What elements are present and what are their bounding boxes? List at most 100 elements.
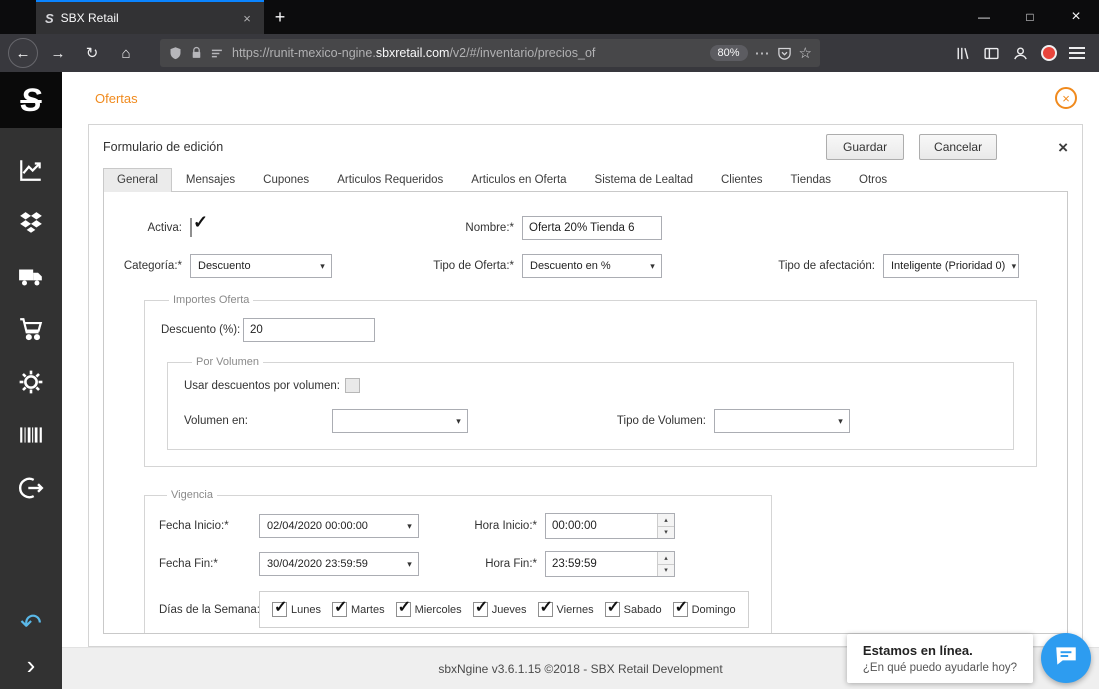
hora-fin-label: Hora Fin:* [485,558,537,570]
por-volumen-legend: Por Volumen [196,356,259,368]
back-button[interactable]: ← [8,38,38,68]
library-icon[interactable] [954,45,971,62]
cancel-button[interactable]: Cancelar [919,134,998,160]
tab-clientes[interactable]: Clientes [707,168,777,192]
forward-button[interactable]: → [44,39,72,67]
volumen-en-select[interactable]: ▾ [332,409,468,433]
tracking-shield-icon[interactable] [168,46,183,61]
tipo-oferta-select[interactable]: Descuento en % ▾ [522,254,662,278]
tab-articulos-requeridos[interactable]: Articulos Requeridos [323,168,457,192]
tab-articulos-en-oferta[interactable]: Articulos en Oferta [457,168,580,192]
tipo-oferta-label: Tipo de Oferta:* [433,260,514,272]
spin-up-icon[interactable]: ▴ [658,552,674,565]
panel-header: Formulario de edición Guardar Cancelar × [89,125,1082,166]
window-minimize-button[interactable]: — [961,0,1007,34]
zoom-level-badge[interactable]: 80% [709,45,748,61]
check-icon: ✓ [606,599,621,616]
sabado-label: Sabado [623,603,662,616]
tab-tiendas[interactable]: Tiendas [777,168,846,192]
lunes-checkbox[interactable]: ✓ [272,599,287,617]
home-button[interactable]: ⌂ [112,39,140,67]
hora-inicio-spinner[interactable]: ▴ ▾ [545,513,675,539]
sidebar-toggle-icon[interactable] [983,45,1000,62]
fecha-fin-select[interactable]: 30/04/2020 23:59:59 ▾ [259,552,419,576]
tab-general[interactable]: General [103,168,172,192]
tab-cupones[interactable]: Cupones [249,168,323,192]
form-tabstrip: General Mensajes Cupones Articulos Reque… [89,168,1082,192]
jueves-checkbox[interactable]: ✓ [472,599,488,617]
sabado-checkbox[interactable]: ✓ [604,599,620,617]
page-close-button[interactable]: × [1055,87,1077,109]
menu-icon[interactable] [1069,47,1085,59]
window-maximize-button[interactable]: □ [1007,0,1053,34]
save-button[interactable]: Guardar [826,134,905,160]
chat-widget: Estamos en línea. ¿En qué puedo ayudarle… [846,633,1091,683]
nombre-input[interactable] [522,216,662,240]
tab-sistema-de-lealtad[interactable]: Sistema de Lealtad [581,168,707,192]
window-close-button[interactable]: × [1053,0,1099,34]
domingo-checkbox[interactable]: ✓ [672,599,688,617]
apps-icon[interactable] [17,209,45,237]
lock-icon[interactable] [190,46,203,60]
chat-button[interactable] [1041,633,1091,683]
usar-volumen-checkbox[interactable] [344,378,360,393]
browser-tab[interactable]: S SBX Retail × [36,0,264,34]
analytics-icon[interactable] [17,156,45,184]
gear-icon[interactable] [17,368,45,396]
undo-icon[interactable]: ↶ [17,609,45,637]
viernes-label: Viernes [556,603,594,616]
spin-down-icon[interactable]: ▾ [658,526,674,538]
form-close-icon[interactable]: × [1058,139,1068,156]
hora-fin-spinner[interactable]: ▴ ▾ [545,551,675,577]
vigencia-legend: Vigencia [171,489,213,501]
tab-general-content: Activa: ✓ Nombre:* Categoría:* Des [103,191,1068,634]
navbar-right-icons [954,45,1091,62]
url-bar[interactable]: https://runit-mexico-ngine.sbxretail.com… [160,39,820,67]
fecha-inicio-value: 02/04/2020 00:00:00 [267,520,368,532]
day-jueves: ✓ Jueves [472,599,527,617]
truck-icon[interactable] [17,262,45,290]
tipo-volumen-select[interactable]: ▾ [714,409,850,433]
chevron-down-icon: ▾ [407,520,412,531]
chevron-down-icon: ▾ [320,260,325,271]
day-sabado: ✓ Sabado [604,599,662,617]
fecha-inicio-select[interactable]: 02/04/2020 00:00:00 ▾ [259,514,419,538]
hora-inicio-input[interactable] [546,514,657,538]
app-logo[interactable]: S [0,72,62,128]
miercoles-checkbox[interactable]: ✓ [395,599,411,617]
por-volumen-fieldset: Por Volumen Usar descuentos por volumen:… [167,356,1014,450]
descuento-input[interactable] [243,318,375,342]
day-domingo: ✓ Domingo [672,599,736,617]
hora-fin-input[interactable] [546,552,657,576]
tab-close-icon[interactable]: × [239,11,255,26]
bookmark-star-icon[interactable]: ☆ [799,44,812,62]
viernes-checkbox[interactable]: ✓ [537,599,553,617]
spin-down-icon[interactable]: ▾ [658,564,674,576]
pocket-icon[interactable] [777,46,792,61]
check-icon: ✓ [674,599,688,616]
expand-sidebar-icon[interactable]: › [17,651,45,679]
extension-icon[interactable] [1041,45,1057,61]
importes-oferta-fieldset: Importes Oferta Descuento (%): Por Volum… [144,294,1037,467]
logout-icon[interactable] [17,474,45,502]
account-icon[interactable] [1012,45,1029,62]
page-actions-icon[interactable]: ⋯ [755,44,770,62]
spin-up-icon[interactable]: ▴ [658,514,674,527]
activa-checkbox[interactable]: ✓ [190,212,208,237]
martes-checkbox[interactable]: ✓ [331,599,347,617]
cart-icon[interactable] [17,315,45,343]
tab-otros[interactable]: Otros [845,168,901,192]
new-tab-button[interactable]: + [264,0,296,34]
refresh-button[interactable]: ↻ [78,39,106,67]
descuento-label: Descuento (%): [161,324,241,336]
check-icon: ✓ [274,599,288,616]
tab-mensajes[interactable]: Mensajes [172,168,249,192]
tab-favicon-icon: S [45,10,54,26]
url-path: /v2/#/inventario/precios_of [449,46,596,60]
check-icon: ✓ [474,599,489,616]
barcode-icon[interactable] [17,421,45,449]
tab-ofertas[interactable]: Ofertas [95,91,138,106]
permissions-icon[interactable] [210,46,225,61]
tipo-afectacion-select[interactable]: Inteligente (Prioridad 0) ▾ [883,254,1019,278]
categoria-select[interactable]: Descuento ▾ [190,254,332,278]
